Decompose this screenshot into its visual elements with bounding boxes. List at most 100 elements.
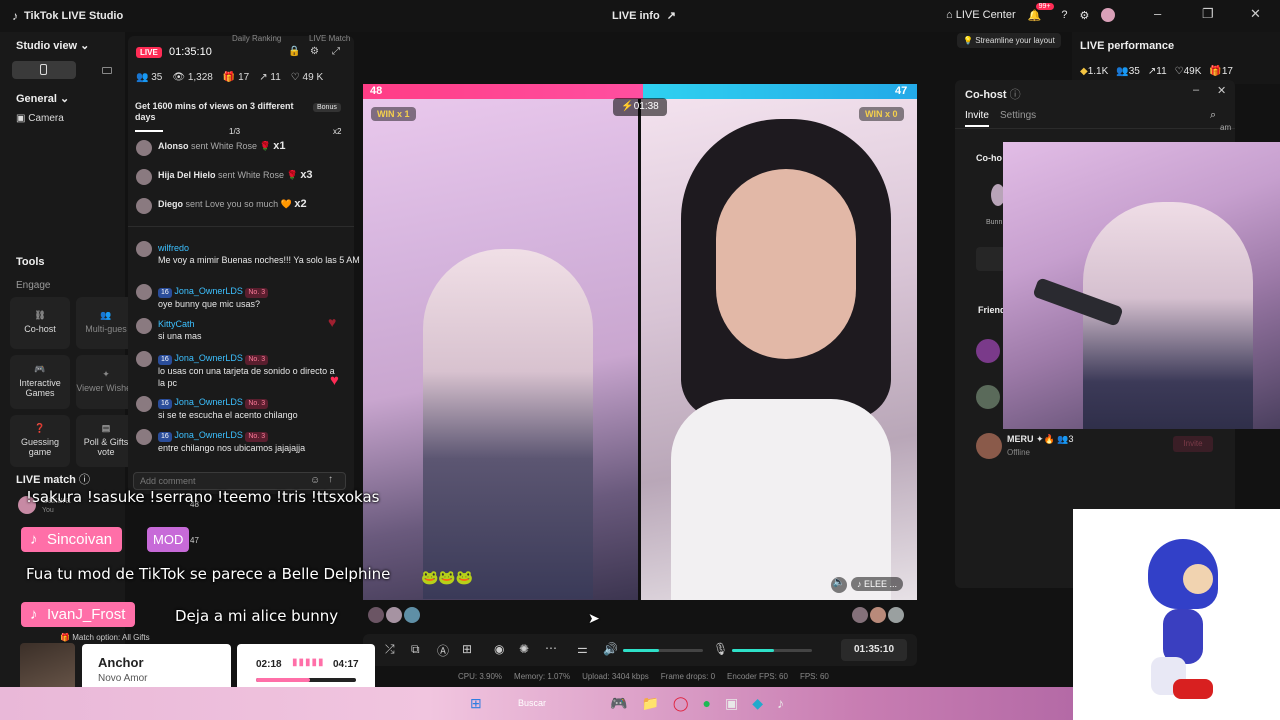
- settings-icon[interactable]: ⚙: [1079, 9, 1089, 22]
- avatar[interactable]: [976, 433, 1002, 459]
- avatar[interactable]: [888, 607, 904, 623]
- ai-icon[interactable]: Ⓐ: [437, 642, 449, 659]
- live-match-heading: LIVE match ⓘ: [16, 474, 90, 486]
- live-center-button[interactable]: ⌂ LIVE Center: [946, 9, 1016, 21]
- win-badge-right: WIN x 0: [859, 107, 904, 121]
- guessing-game-tool[interactable]: ❓ Guessing game: [10, 415, 70, 467]
- folder-icon[interactable]: 📁: [641, 695, 658, 712]
- live-timer: 01:35:10: [169, 46, 212, 58]
- avatar: [136, 318, 152, 334]
- mic-slider[interactable]: [732, 649, 812, 652]
- poll-gifts-tool[interactable]: ▤ Poll & Gifts vote: [76, 415, 136, 467]
- minimize-icon[interactable]: –: [1193, 84, 1199, 96]
- minimize-icon[interactable]: –: [1154, 6, 1161, 21]
- portrait-view-button[interactable]: [12, 61, 76, 79]
- team-label: am: [1220, 123, 1232, 132]
- goal-progress-text: 1/3: [229, 127, 241, 136]
- avatar[interactable]: [368, 607, 384, 623]
- transition-icon[interactable]: ⤮: [385, 642, 395, 657]
- tab-settings[interactable]: Settings: [1000, 110, 1036, 121]
- multi-guest-tool[interactable]: 👥 Multi-gues: [76, 297, 136, 349]
- add-source-icon[interactable]: ⊞: [462, 642, 472, 656]
- placeholder-box[interactable]: [976, 247, 1006, 271]
- gift-icon: 🎁: [222, 72, 236, 83]
- mixer-icon[interactable]: ⚌: [577, 642, 588, 656]
- song-title: Anchor: [98, 655, 144, 670]
- live-info-title[interactable]: LIVE info ↗: [612, 9, 676, 22]
- emoji-icon[interactable]: ☺: [310, 475, 320, 486]
- camera-preview[interactable]: [1003, 142, 1280, 429]
- info-icon[interactable]: ⓘ: [1010, 89, 1021, 101]
- speaker-icon[interactable]: 🔈: [831, 577, 847, 593]
- lock-icon[interactable]: 🔒: [288, 46, 300, 57]
- search-icon[interactable]: ⌕: [1210, 109, 1216, 122]
- chat-app-icon[interactable]: ▣: [725, 695, 738, 712]
- general-dropdown[interactable]: General ⌄: [16, 92, 69, 105]
- tab-invite[interactable]: Invite: [965, 110, 989, 127]
- rose-icon: 🌹: [259, 141, 271, 151]
- volume-slider[interactable]: [623, 649, 703, 652]
- settings-icon[interactable]: ⚙: [310, 46, 319, 57]
- effects-icon[interactable]: ✺: [519, 642, 529, 656]
- avatar[interactable]: [976, 385, 1000, 409]
- start-icon[interactable]: ⊞: [470, 695, 482, 712]
- invite-button[interactable]: Invite: [1173, 436, 1213, 452]
- chat-message: wilfredo Me voy a mimir Buenas noches!!! …: [158, 243, 360, 265]
- game-icon[interactable]: 🎮: [610, 695, 627, 712]
- camera-source[interactable]: ▣ Camera: [16, 113, 64, 124]
- studio-view-dropdown[interactable]: Studio view ⌄: [16, 39, 89, 52]
- avatar[interactable]: [1101, 8, 1116, 22]
- avatar: [136, 241, 152, 257]
- share-icon: ↗: [1147, 66, 1157, 77]
- gift-message: Diego sent Love you so much 🧡 x2: [158, 198, 307, 210]
- interactive-games-tool[interactable]: 🎮 Interactive Games: [10, 355, 70, 409]
- spotify-icon[interactable]: ●: [703, 695, 711, 712]
- tiktok-icon[interactable]: ♪: [777, 695, 784, 712]
- layout-icon[interactable]: ⧉: [411, 642, 420, 657]
- more-icon[interactable]: ⋯: [545, 641, 557, 655]
- taskbar-search[interactable]: Buscar: [518, 698, 546, 708]
- close-icon[interactable]: ✕: [1250, 6, 1261, 22]
- avatar[interactable]: [870, 607, 886, 623]
- gift-message: Alonso sent White Rose 🌹 x1: [158, 140, 286, 152]
- poll-icon: ▤: [101, 423, 111, 434]
- heart-icon: ♥: [330, 372, 339, 389]
- avatar[interactable]: [976, 339, 1000, 363]
- avatar: [136, 351, 152, 367]
- diamond-app-icon[interactable]: ◆: [752, 695, 763, 712]
- volume-icon[interactable]: 🔊: [603, 642, 618, 656]
- level-badge: 16: [158, 432, 172, 442]
- phone-icon: [40, 64, 47, 75]
- streamline-tip[interactable]: 💡 Streamline your layout: [957, 33, 1061, 48]
- record-icon[interactable]: ◉: [494, 642, 504, 656]
- avatar[interactable]: [852, 607, 868, 623]
- landscape-view-button[interactable]: [84, 61, 124, 79]
- avatar: [136, 284, 152, 300]
- link-icon: ⛓: [34, 310, 46, 321]
- send-icon[interactable]: ↑: [328, 474, 333, 485]
- info-icon[interactable]: ⓘ: [79, 474, 90, 486]
- cohost-video[interactable]: WIN x 0 🔈 ♪ ELEE ...: [641, 99, 917, 600]
- mic-icon[interactable]: 🎙: [713, 642, 728, 656]
- match-option: 🎁 Match option: All Gifts: [60, 633, 150, 642]
- maximize-icon[interactable]: ❐: [1202, 6, 1214, 22]
- viewer-wishes-tool[interactable]: ✦ Viewer Wishes: [76, 355, 136, 409]
- chat-message: 16 Jona_OwnerLDS No. 3 si se te escucha e…: [158, 397, 298, 420]
- tab-daily-ranking[interactable]: Daily Ranking: [232, 34, 281, 43]
- close-icon[interactable]: ✕: [1217, 84, 1226, 97]
- co-host-tool[interactable]: ⛓ Co-host: [10, 297, 70, 349]
- tab-live-match[interactable]: LIVE Match: [309, 34, 350, 43]
- opera-icon[interactable]: ◯: [673, 695, 689, 712]
- heart-icon: ♥: [328, 314, 337, 330]
- popout-icon[interactable]: ⤢: [332, 46, 340, 57]
- notification-icon[interactable]: 🔔 99+: [1028, 2, 1054, 22]
- share-icon[interactable]: ↗: [667, 10, 676, 22]
- avatar[interactable]: [404, 607, 420, 623]
- help-icon[interactable]: ?: [1061, 9, 1067, 21]
- divider: [955, 128, 1235, 129]
- cohost-username[interactable]: ♪ ELEE ...: [851, 577, 904, 591]
- avatar[interactable]: [386, 607, 402, 623]
- host-video[interactable]: WIN x 1 🐸🐸🐸: [363, 99, 638, 600]
- people-icon: 👥: [1116, 66, 1129, 77]
- gift-icon: 🎁: [1209, 66, 1222, 77]
